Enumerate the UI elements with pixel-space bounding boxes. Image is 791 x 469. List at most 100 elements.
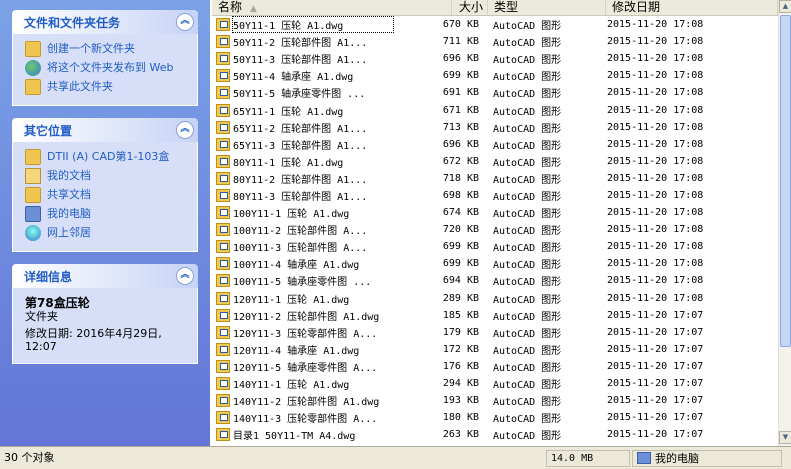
- file-modified-date: 2015-11-20 17:08: [607, 53, 704, 65]
- file-row[interactable]: 140Y11-3 压轮零部件图 A... 180 KB AutoCAD 图形 2015…: [212, 409, 778, 426]
- column-name[interactable]: 名称 ▲: [212, 0, 452, 15]
- file-row[interactable]: 65Y11-3 压轮部件图 A1... 696 KB AutoCAD 图形 2015-…: [212, 136, 778, 153]
- file-row[interactable]: 100Y11-5 轴承座零件图 ... 694 KB AutoCAD 图形 2015-…: [212, 272, 778, 289]
- file-size: 674 KB: [442, 207, 479, 219]
- network-icon: [25, 225, 41, 241]
- collapse-icon[interactable]: ︽: [176, 13, 194, 31]
- place-label: 我的文档: [47, 169, 91, 182]
- file-name: 100Y11-4 轴承座 A1.dwg: [233, 260, 360, 272]
- place-shared-documents[interactable]: 共享文档: [25, 186, 197, 205]
- place-parent-folder[interactable]: DTII (A) CAD第1-103盒: [25, 148, 197, 167]
- scrollbar-thumb[interactable]: [780, 15, 791, 347]
- file-row[interactable]: 100Y11-2 压轮部件图 A... 720 KB AutoCAD 图形 2015-…: [212, 221, 778, 238]
- file-modified-date: 2015-11-20 17:08: [607, 258, 704, 270]
- file-row[interactable]: 120Y11-1 压轮 A1.dwg 289 KB AutoCAD 图形 2015-1…: [212, 290, 778, 307]
- task-label: 共享此文件夹: [47, 80, 113, 93]
- file-modified-date: 2015-11-20 17:08: [607, 224, 704, 236]
- file-row[interactable]: 50Y11-5 轴承座零件图 ... 691 KB AutoCAD 图形 2015-1…: [212, 84, 778, 101]
- place-label: 我的电脑: [47, 207, 91, 220]
- file-row[interactable]: 65Y11-2 压轮部件图 A1... 713 KB AutoCAD 图形 2015-…: [212, 119, 778, 136]
- file-tasks-title: 文件和文件夹任务: [24, 15, 121, 30]
- collapse-icon[interactable]: ︽: [176, 121, 194, 139]
- file-row[interactable]: 50Y11-1 压轮 A1.dwg 670 KB AutoCAD 图形 2015-11…: [212, 16, 778, 34]
- status-bar: 30 个对象 14.0 MB 我的电脑: [0, 446, 791, 469]
- file-row[interactable]: 140Y11-2 压轮部件图 A1.dwg 193 KB AutoCAD 图形 201…: [212, 392, 778, 409]
- vertical-scrollbar[interactable]: ▲ ▼: [778, 0, 791, 446]
- file-name: 120Y11-1 压轮 A1.dwg: [233, 294, 350, 306]
- task-publish-web[interactable]: 将这个文件夹发布到 Web: [25, 59, 197, 78]
- file-size: 691 KB: [442, 87, 479, 99]
- file-modified-date: 2015-11-20 17:07: [607, 326, 704, 338]
- file-type: AutoCAD 图形: [493, 328, 562, 340]
- file-size: 671 KB: [442, 104, 479, 116]
- file-list-view[interactable]: 名称 ▲ 大小 类型 修改日期 50Y11-1 压轮 A1.dwg 670 KB Au…: [212, 0, 778, 446]
- column-date[interactable]: 修改日期: [606, 0, 778, 15]
- file-row[interactable]: 80Y11-3 压轮部件图 A1... 698 KB AutoCAD 图形 2015-…: [212, 187, 778, 204]
- file-type: AutoCAD 图形: [493, 431, 562, 443]
- place-my-documents[interactable]: 我的文档: [25, 167, 197, 186]
- column-size-label: 大小: [458, 0, 483, 14]
- dwg-file-icon: [216, 223, 230, 237]
- file-row[interactable]: 80Y11-2 压轮部件图 A1... 718 KB AutoCAD 图形 2015-…: [212, 170, 778, 187]
- dwg-file-icon: [216, 18, 230, 32]
- dwg-file-icon: [216, 154, 230, 168]
- column-header: 名称 ▲ 大小 类型 修改日期: [212, 0, 778, 16]
- column-type[interactable]: 类型: [488, 0, 606, 15]
- other-places-list: DTII (A) CAD第1-103盒 我的文档 共享文档 我的电脑 网上邻居: [12, 142, 198, 252]
- file-row[interactable]: 50Y11-3 压轮部件图 A1... 696 KB AutoCAD 图形 2015-…: [212, 50, 778, 67]
- file-row[interactable]: 120Y11-3 压轮零部件图 A... 179 KB AutoCAD 图形 2015…: [212, 324, 778, 341]
- file-size: 713 KB: [442, 121, 479, 133]
- details-panel: 详细信息 ︽ 第78盒压轮 文件夹 修改日期: 2016年4月29日, 12:0…: [12, 264, 198, 364]
- file-type: AutoCAD 图形: [493, 345, 562, 357]
- file-size: 185 KB: [442, 309, 479, 321]
- file-size: 718 KB: [442, 172, 479, 184]
- file-row[interactable]: 50Y11-2 压轮部件图 A1... 711 KB AutoCAD 图形 2015-…: [212, 33, 778, 50]
- file-name: 50Y11-1 压轮 A1.dwg: [232, 16, 394, 34]
- file-row[interactable]: 50Y11-4 轴承座 A1.dwg 699 KB AutoCAD 图形 2015-1…: [212, 67, 778, 84]
- column-size[interactable]: 大小: [452, 0, 488, 15]
- shared-documents-icon: [25, 187, 41, 203]
- file-row[interactable]: 120Y11-5 轴承座零件图 A... 176 KB AutoCAD 图形 2015…: [212, 358, 778, 375]
- file-row[interactable]: 100Y11-1 压轮 A1.dwg 674 KB AutoCAD 图形 2015-1…: [212, 204, 778, 221]
- task-new-folder[interactable]: 创建一个新文件夹: [25, 40, 197, 59]
- scroll-down-icon[interactable]: ▼: [779, 431, 791, 444]
- dwg-file-icon: [216, 359, 230, 373]
- file-row[interactable]: 120Y11-4 轴承座 A1.dwg 172 KB AutoCAD 图形 2015-…: [212, 341, 778, 358]
- other-places-header[interactable]: 其它位置 ︽: [12, 118, 198, 142]
- details-kind: 文件夹: [25, 310, 58, 323]
- file-row[interactable]: 100Y11-3 压轮部件图 A... 699 KB AutoCAD 图形 2015-…: [212, 238, 778, 255]
- publish-web-icon: [25, 60, 41, 76]
- collapse-icon[interactable]: ︽: [176, 267, 194, 285]
- place-my-computer[interactable]: 我的电脑: [25, 205, 197, 224]
- scroll-up-icon[interactable]: ▲: [779, 0, 791, 13]
- dwg-file-icon: [216, 120, 230, 134]
- file-modified-date: 2015-11-20 17:08: [607, 87, 704, 99]
- file-modified-date: 2015-11-20 17:08: [607, 36, 704, 48]
- details-name: 第78盒压轮: [25, 296, 90, 310]
- file-modified-date: 2015-11-20 17:08: [607, 207, 704, 219]
- file-modified-date: 2015-11-20 17:08: [607, 275, 704, 287]
- file-size: 696 KB: [442, 53, 479, 65]
- file-row[interactable]: 80Y11-1 压轮 A1.dwg 672 KB AutoCAD 图形 2015-11…: [212, 153, 778, 170]
- file-name: 120Y11-2 压轮部件图 A1.dwg: [233, 311, 380, 323]
- dwg-file-icon: [216, 411, 230, 425]
- file-tasks-list: 创建一个新文件夹 将这个文件夹发布到 Web 共享此文件夹: [12, 34, 198, 106]
- file-tasks-header[interactable]: 文件和文件夹任务 ︽: [12, 10, 198, 34]
- file-modified-date: 2015-11-20 17:08: [607, 70, 704, 82]
- file-row[interactable]: 65Y11-1 压轮 A1.dwg 671 KB AutoCAD 图形 2015-11…: [212, 101, 778, 118]
- file-name: 50Y11-4 轴承座 A1.dwg: [233, 72, 354, 84]
- file-row[interactable]: 140Y11-1 压轮 A1.dwg 294 KB AutoCAD 图形 2015-1…: [212, 375, 778, 392]
- details-header[interactable]: 详细信息 ︽: [12, 264, 198, 288]
- file-name: 65Y11-1 压轮 A1.dwg: [233, 106, 344, 118]
- file-type: AutoCAD 图形: [493, 380, 562, 392]
- dwg-file-icon: [216, 171, 230, 185]
- file-row[interactable]: 目录1 50Y11-TM A4.dwg 263 KB AutoCAD 图形 2015-…: [212, 426, 778, 443]
- file-row[interactable]: 120Y11-2 压轮部件图 A1.dwg 185 KB AutoCAD 图形 201…: [212, 307, 778, 324]
- file-row[interactable]: 100Y11-4 轴承座 A1.dwg 699 KB AutoCAD 图形 2015-…: [212, 255, 778, 272]
- file-type: AutoCAD 图形: [493, 311, 562, 323]
- file-rows: 50Y11-1 压轮 A1.dwg 670 KB AutoCAD 图形 2015-11…: [212, 16, 778, 443]
- task-share-folder[interactable]: 共享此文件夹: [25, 78, 197, 97]
- place-network[interactable]: 网上邻居: [25, 224, 197, 243]
- other-places-title: 其它位置: [24, 123, 73, 138]
- status-total-size: 14.0 MB: [546, 449, 630, 467]
